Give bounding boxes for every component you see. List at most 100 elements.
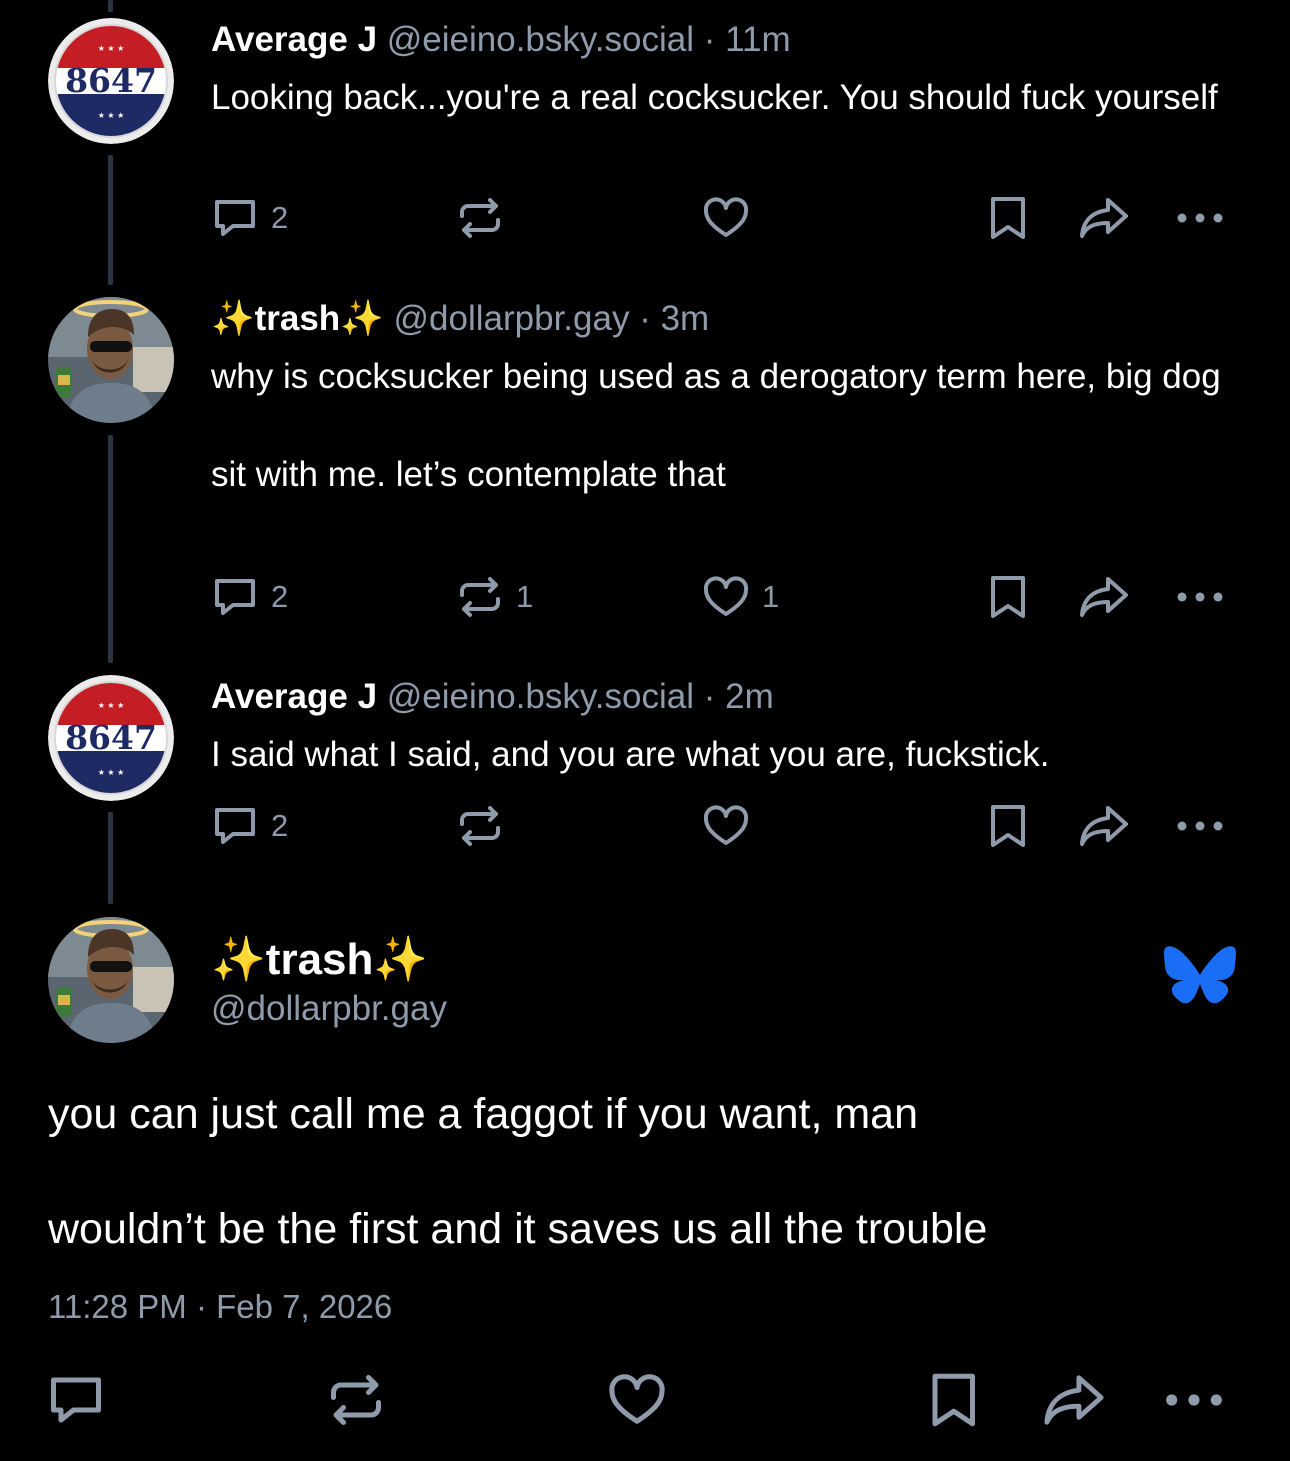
post-header: ✨trash✨ @dollarpbr.gay · 3m [211, 301, 709, 336]
heart-icon [609, 1374, 665, 1424]
like-count: 1 [762, 579, 780, 614]
heart-icon [703, 576, 749, 616]
repost-button[interactable] [456, 801, 504, 851]
repost-button[interactable]: 1 [456, 572, 533, 622]
reply-button[interactable]: 2 [211, 193, 288, 243]
svg-text:★ ★ ★: ★ ★ ★ [98, 44, 125, 53]
author-name[interactable]: Average J [211, 20, 377, 59]
post-paragraph: wouldn’t be the first and it saves us al… [48, 1205, 988, 1253]
avatar[interactable] [48, 917, 174, 1043]
bookmark-icon [991, 576, 1025, 618]
more-button[interactable] [1175, 193, 1225, 243]
author-handle[interactable]: @eieino.bsky.social [387, 20, 694, 59]
post-header: Average J @eieino.bsky.social · 2m [211, 679, 774, 714]
share-button[interactable] [1078, 572, 1130, 622]
post-paragraph: I said what I said, and you are what you… [211, 735, 1050, 774]
post-actions: 2 1 1 [0, 572, 1290, 632]
post-actions: 2 [0, 193, 1290, 253]
reply-count: 2 [271, 579, 289, 614]
sparkle-icon: ✨ [211, 299, 255, 338]
bookmark-button[interactable] [985, 801, 1033, 851]
bookmark-button[interactable] [985, 572, 1033, 622]
repost-button[interactable] [326, 1368, 386, 1432]
share-icon [1080, 198, 1128, 238]
repost-icon [460, 198, 500, 238]
post-age: 3m [660, 299, 710, 338]
reply-count: 2 [271, 200, 289, 235]
author-display-name: trash [265, 935, 374, 984]
post-age: 2m [725, 677, 774, 716]
post-text: I said what I said, and you are what you… [211, 730, 1251, 779]
reply-button[interactable]: 2 [211, 572, 288, 622]
heart-icon [703, 197, 749, 237]
more-button[interactable] [1175, 801, 1225, 851]
post-paragraph: why is cocksucker being used as a deroga… [211, 357, 1221, 396]
avatar[interactable] [48, 297, 174, 423]
like-button[interactable]: 1 [702, 572, 779, 622]
author-name[interactable]: trash [255, 299, 341, 338]
repost-icon [331, 1375, 381, 1425]
separator: · [703, 677, 716, 716]
author-name[interactable]: ✨trash✨ [211, 933, 428, 985]
share-button[interactable] [1078, 801, 1130, 851]
post-paragraph: Looking back...you're a real cocksucker.… [211, 78, 1218, 117]
bookmark-icon [932, 1373, 975, 1427]
more-dots-icon [1177, 213, 1223, 223]
sparkle-icon: ✨ [373, 935, 429, 984]
thread-line [108, 0, 113, 12]
bluesky-butterfly-icon [1164, 946, 1236, 1004]
main-post-actions [0, 1368, 1290, 1428]
share-icon [1044, 1375, 1104, 1425]
author-handle[interactable]: @eieino.bsky.social [387, 677, 694, 716]
repost-count: 1 [516, 579, 534, 614]
main-post-text: you can just call me a faggot if you wan… [48, 1085, 1238, 1258]
post-text: why is cocksucker being used as a deroga… [211, 352, 1251, 499]
repost-icon [460, 806, 500, 846]
like-button[interactable] [607, 1368, 667, 1432]
reply-bubble-icon [215, 579, 255, 615]
bookmark-button[interactable] [985, 193, 1033, 243]
post-header: Average J @eieino.bsky.social · 11m [211, 22, 791, 57]
reply-button[interactable]: 2 [211, 801, 288, 851]
svg-text:★ ★ ★: ★ ★ ★ [98, 768, 125, 777]
sparkle-icon: ✨ [340, 299, 384, 338]
svg-text:★ ★ ★: ★ ★ ★ [98, 111, 125, 120]
share-icon [1080, 806, 1128, 846]
svg-text:★ ★ ★: ★ ★ ★ [98, 701, 125, 710]
like-button[interactable] [702, 193, 750, 243]
avatar-badge-text: 8647 [65, 61, 157, 100]
author-handle[interactable]: @dollarpbr.gay [394, 299, 630, 338]
more-dots-icon [1177, 592, 1223, 602]
heart-icon [703, 805, 749, 845]
post-timestamp: 11:28 PM · Feb 7, 2026 [48, 1288, 393, 1325]
avatar[interactable]: ★ ★ ★ ★ ★ ★ 8647 [48, 18, 174, 144]
avatar-badge-text: 8647 [65, 718, 157, 757]
bookmark-button[interactable] [925, 1368, 985, 1432]
reply-bubble-icon [51, 1377, 101, 1423]
reply-count: 2 [271, 808, 289, 843]
repost-button[interactable] [456, 193, 504, 243]
more-dots-icon [1166, 1394, 1222, 1406]
bookmark-icon [991, 805, 1025, 847]
separator: · [703, 20, 716, 59]
more-button[interactable] [1175, 572, 1225, 622]
sparkle-icon: ✨ [211, 935, 266, 984]
author-handle[interactable]: @dollarpbr.gay [211, 989, 447, 1029]
bookmark-icon [991, 197, 1025, 239]
reply-bubble-icon [215, 808, 255, 844]
reply-bubble-icon [215, 200, 255, 236]
reply-button[interactable] [46, 1368, 106, 1432]
post-paragraph: you can just call me a faggot if you wan… [48, 1090, 919, 1138]
separator: · [639, 299, 651, 338]
more-button[interactable] [1163, 1368, 1225, 1432]
share-button[interactable] [1042, 1368, 1106, 1432]
share-button[interactable] [1078, 193, 1130, 243]
like-button[interactable] [702, 801, 750, 851]
share-icon [1080, 577, 1128, 617]
post-age: 11m [725, 20, 791, 59]
avatar[interactable]: ★ ★ ★ ★ ★ ★ 8647 [48, 675, 174, 801]
repost-icon [460, 577, 500, 617]
author-name[interactable]: Average J [211, 677, 377, 716]
